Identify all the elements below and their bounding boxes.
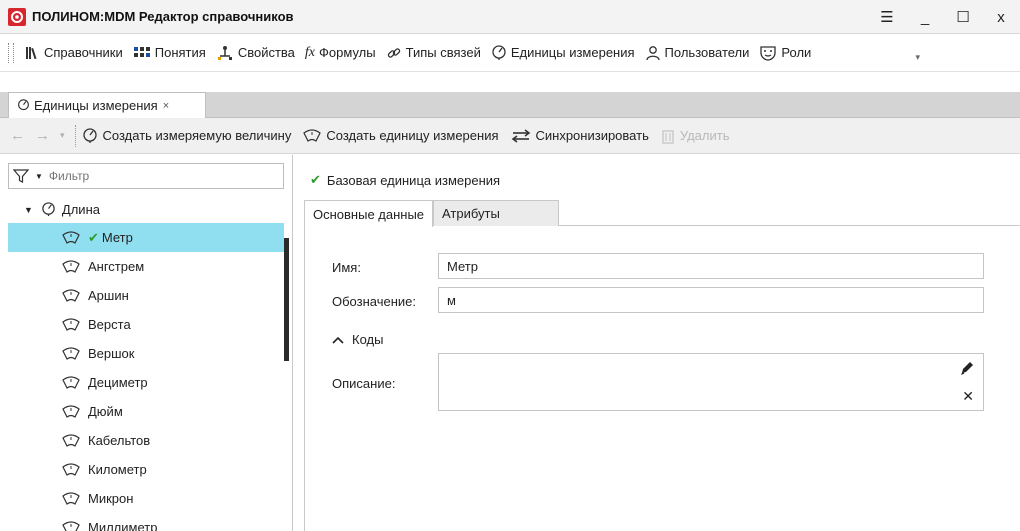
tree-scrollbar[interactable] [284, 238, 289, 361]
ruler-unit-icon [62, 520, 80, 531]
tree-item[interactable]: Ангстрем [8, 252, 284, 281]
window-title: ПОЛИНОМ:MDM Редактор справочников [32, 9, 294, 24]
ruler-unit-icon [62, 491, 80, 506]
masks-icon [759, 45, 777, 61]
menu-overflow-icon[interactable]: ▾ [915, 52, 920, 63]
name-label: Имя: [332, 260, 361, 275]
detail-tabs: Основные данные Атрибуты [304, 200, 1020, 227]
filter-input[interactable] [48, 169, 249, 183]
clear-icon[interactable]: ✕ [962, 388, 974, 405]
tree-node-length[interactable]: ▼ Длина [24, 202, 100, 217]
sync-button[interactable]: Синхронизировать [511, 128, 649, 143]
tree-item[interactable]: Микрон [8, 484, 284, 513]
filter-dropdown-icon[interactable]: ▼ [35, 172, 43, 181]
menu-item-users[interactable]: Пользователи [645, 45, 749, 61]
ruler-unit-icon [303, 128, 322, 143]
back-button[interactable]: ← [10, 127, 25, 144]
name-field[interactable] [438, 253, 984, 279]
user-icon [645, 45, 661, 61]
close-button[interactable]: x [982, 0, 1020, 34]
menu-item-roles[interactable]: Роли [759, 45, 811, 61]
maximize-button[interactable]: ☐ [944, 0, 982, 34]
tab-attributes[interactable]: Атрибуты [433, 200, 560, 226]
units-icon [82, 127, 98, 144]
base-unit-indicator: ✔ Базовая единица измерения [310, 172, 501, 188]
main-menu-bar: Справочники Понятия Свойства fx Формулы … [0, 34, 1020, 72]
check-icon: ✔ [310, 172, 321, 187]
hamburger-menu-icon[interactable]: ☰ [868, 0, 906, 34]
pencil-icon[interactable] [959, 360, 975, 376]
action-toolbar: ← → ▾ Создать измеряемую величину Создат… [0, 118, 1020, 154]
concepts-icon [133, 45, 151, 61]
tree-item[interactable]: Верста [8, 310, 284, 339]
minimize-button[interactable]: _ [906, 0, 944, 34]
title-bar: ПОЛИНОМ:MDM Редактор справочников ☰ _ ☐ … [0, 0, 1020, 34]
chevron-up-icon [332, 336, 344, 344]
delete-button[interactable]: Удалить [661, 128, 729, 144]
ruler-unit-icon [62, 433, 80, 448]
forward-button[interactable]: → [35, 127, 50, 144]
link-icon [386, 45, 402, 61]
create-quantity-button[interactable]: Создать измеряемую величину [82, 127, 291, 144]
units-tree-pane: ▼ ▼ Длина ✔ Метр Ангстрем Аршин Верста В… [0, 155, 293, 531]
tab-close-icon[interactable]: × [163, 100, 169, 112]
properties-icon [216, 45, 234, 61]
menu-item-units[interactable]: Единицы измерения [491, 44, 635, 61]
tab-units[interactable]: Единицы измерения × [8, 92, 206, 118]
tree-item[interactable]: Дюйм [8, 397, 284, 426]
tree-item[interactable]: Вершок [8, 339, 284, 368]
document-tab-strip: Единицы измерения × [0, 92, 1020, 118]
description-label: Описание: [332, 376, 396, 391]
units-icon [41, 202, 56, 217]
funnel-icon[interactable] [13, 168, 29, 184]
tree-item[interactable]: Дециметр [8, 368, 284, 397]
symbol-field[interactable] [438, 287, 984, 313]
tree-item[interactable]: Аршин [8, 281, 284, 310]
fx-icon: fx [304, 44, 316, 60]
tree-item[interactable]: Километр [8, 455, 284, 484]
description-field[interactable]: ✕ [438, 353, 984, 411]
menu-item-properties[interactable]: Свойства [216, 45, 295, 61]
collapse-arrow-icon[interactable]: ▼ [24, 205, 33, 215]
menu-item-concepts[interactable]: Понятия [133, 45, 206, 61]
ruler-unit-icon [62, 230, 80, 245]
menu-item-formulas[interactable]: fx Формулы [305, 45, 376, 61]
history-dropdown-icon[interactable]: ▾ [60, 130, 65, 141]
units-icon [17, 99, 30, 112]
ruler-unit-icon [62, 404, 80, 419]
tab-main-data[interactable]: Основные данные [304, 200, 434, 227]
books-icon [24, 45, 40, 61]
tree-item[interactable]: Миллиметр [8, 513, 284, 531]
ruler-unit-icon [62, 462, 80, 477]
tree-node-label: Длина [61, 202, 100, 217]
unit-detail-pane: ✔ Базовая единица измерения Основные дан… [294, 155, 1020, 531]
tab-units-label: Единицы измерения [34, 98, 158, 113]
tree-item[interactable]: Кабельтов [8, 426, 284, 455]
ruler-unit-icon [62, 346, 80, 361]
trash-icon [661, 128, 675, 144]
toolbar-separator [74, 124, 76, 147]
ruler-unit-icon [62, 288, 80, 303]
detail-form: Имя: Обозначение: Коды Описание: ✕ [304, 226, 1020, 531]
ruler-unit-icon [62, 317, 80, 332]
ruler-unit-icon [62, 375, 80, 390]
toolbar-grip[interactable] [8, 42, 14, 63]
create-unit-button[interactable]: Создать единицу измерения [303, 128, 499, 143]
codes-section-toggle[interactable]: Коды [332, 332, 383, 347]
menu-item-link-types[interactable]: Типы связей [386, 45, 481, 61]
base-unit-check-icon: ✔ [88, 229, 99, 245]
ruler-unit-icon [62, 259, 80, 274]
symbol-label: Обозначение: [332, 294, 417, 309]
units-list: ✔ Метр Ангстрем Аршин Верста Вершок Деци… [8, 223, 284, 531]
tree-item-meter[interactable]: ✔ Метр [8, 223, 284, 252]
app-logo-icon [8, 7, 26, 26]
filter-field: ▼ [8, 163, 284, 189]
menu-item-catalogs[interactable]: Справочники [24, 45, 123, 61]
units-icon [491, 44, 507, 61]
sync-arrows-icon [511, 128, 531, 143]
